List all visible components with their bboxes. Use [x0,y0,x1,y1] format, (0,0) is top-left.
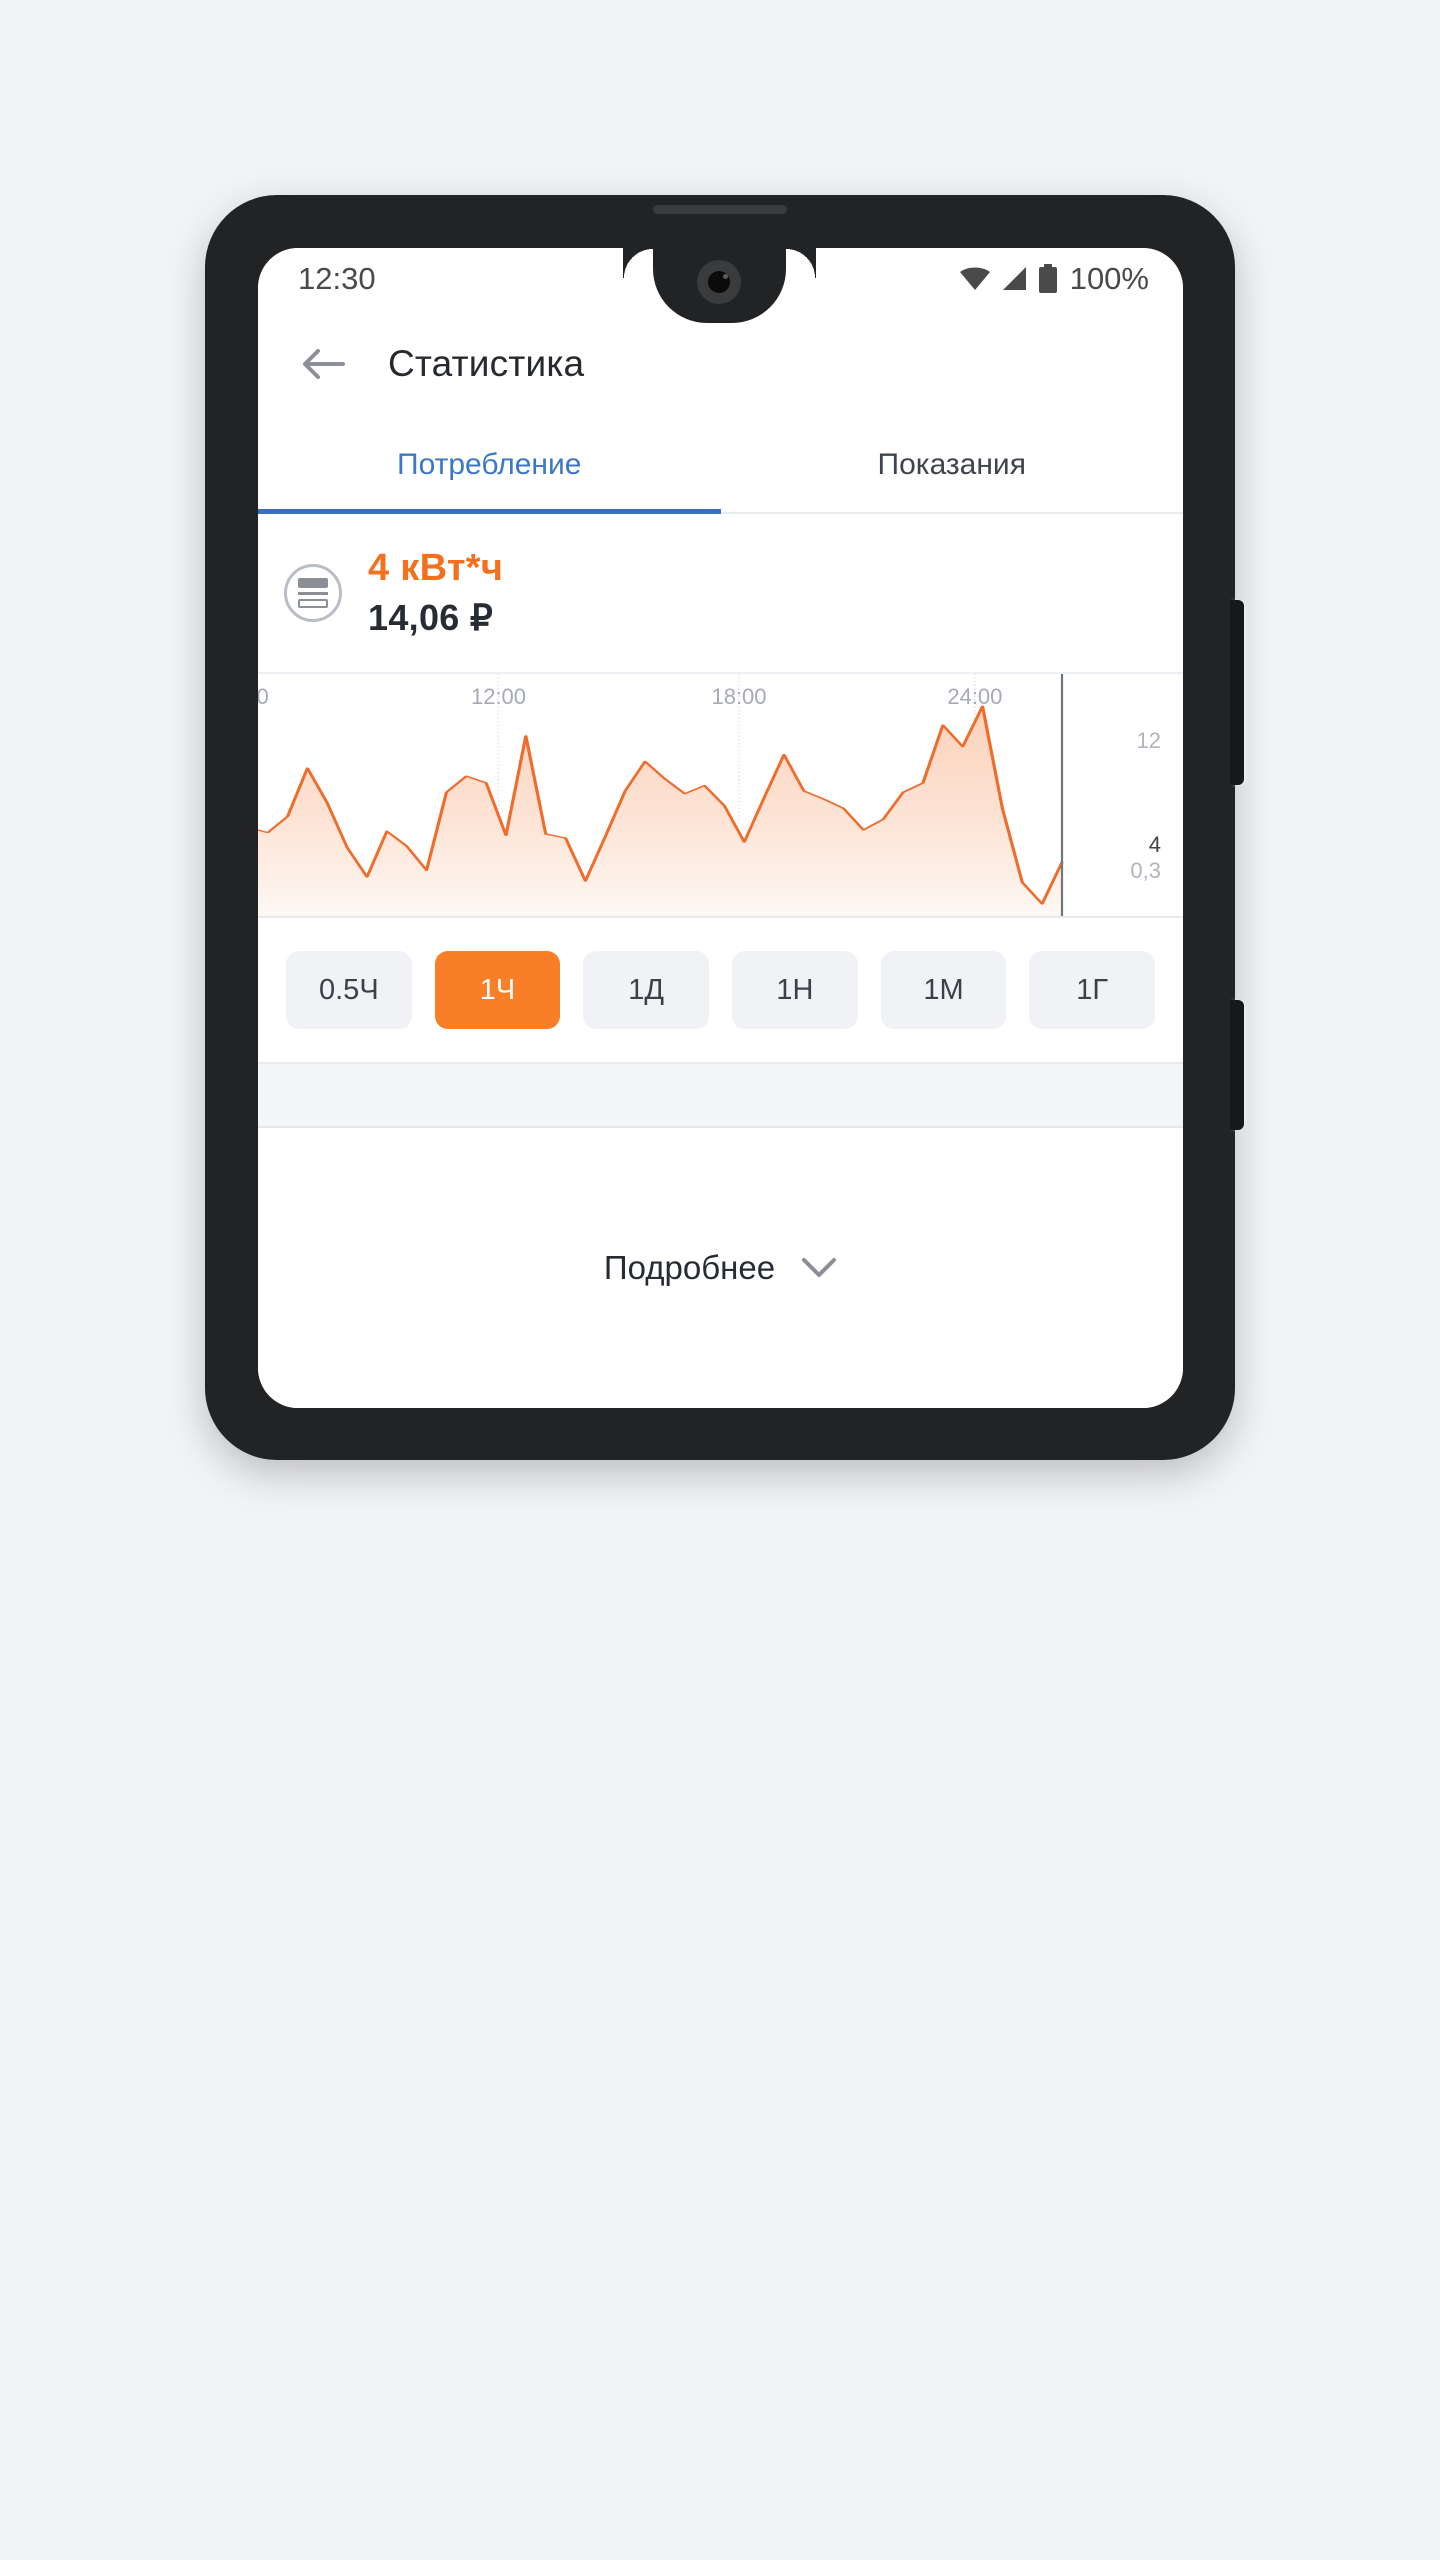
range-button-1-label: 1Ч [479,973,516,1006]
battery-percent-label: 100% [1069,261,1149,296]
range-button-5[interactable]: 1Г [1029,951,1156,1029]
tab-readings-label: Показания [877,448,1026,481]
phone-side-button-volume[interactable] [1230,1000,1244,1130]
electricity-meter-icon [284,564,342,622]
summary-card: 4 кВт*ч 14,06 ₽ [258,514,1183,674]
chart-area-fill [258,706,1062,916]
status-bar: 12:30 100% [258,248,1183,310]
range-selector: 0.5Ч 1Ч 1Д 1Н 1М 1Г [258,918,1183,1064]
tab-consumption-label: Потребление [397,448,582,481]
phone-screen: 12:30 100% Статистика Потребление Показа… [258,248,1183,1408]
status-bar-icons: 100% [959,261,1149,297]
arrow-left-icon [303,349,345,379]
tab-readings[interactable]: Показания [721,418,1184,512]
details-expander[interactable]: Подробнее [258,1128,1183,1408]
chart-y-tick-label: 12 [1136,727,1161,753]
details-expander-label: Подробнее [603,1249,776,1286]
section-divider-strip [258,1064,1183,1128]
summary-cost-value: 14,06 ₽ [368,597,494,639]
chart-x-tick-label: 0 [258,684,269,710]
range-button-3-label: 1Н [776,973,814,1006]
consumption-chart[interactable]: 0 12:00 18:00 24:00 12 40,3 [258,674,1183,918]
page-title: Статистика [388,343,585,384]
range-button-3[interactable]: 1Н [732,951,858,1029]
chart-y-tick-label: 0,3 [1130,858,1161,884]
summary-energy-value: 4 кВт*ч [368,547,504,590]
back-button[interactable] [292,333,354,395]
status-bar-time: 12:30 [298,261,376,296]
range-button-2-label: 1Д [628,973,665,1006]
range-button-2[interactable]: 1Д [583,951,710,1029]
chart-canvas [258,674,1064,916]
range-button-4-label: 1М [923,973,964,1006]
chart-x-tick-label: 12:00 [470,684,527,709]
app-bar: Статистика [258,310,1183,418]
chart-x-tick-label: 18:00 [711,684,767,709]
summary-values: 4 кВт*ч 14,06 ₽ [368,546,503,639]
range-button-1[interactable]: 1Ч [434,951,561,1029]
tab-bar: Потребление Показания [258,418,1183,514]
range-button-0[interactable]: 0.5Ч [286,951,412,1029]
signal-icon [1002,267,1026,290]
phone-side-button-power[interactable] [1230,600,1244,785]
chevron-down-icon [802,1258,837,1277]
range-button-0-label: 0.5Ч [319,973,379,1006]
screenshot-stage: 12:30 100% Статистика Потребление Показа… [0,0,1440,2560]
range-button-4[interactable]: 1М [880,951,1007,1029]
battery-icon [1038,264,1057,293]
tab-consumption[interactable]: Потребление [258,418,721,514]
chart-x-tick-label: 24:00 [947,684,1003,709]
chart-y-tick-label: 4 [1148,831,1161,857]
wifi-icon [959,267,990,290]
range-button-5-label: 1Г [1076,973,1109,1006]
